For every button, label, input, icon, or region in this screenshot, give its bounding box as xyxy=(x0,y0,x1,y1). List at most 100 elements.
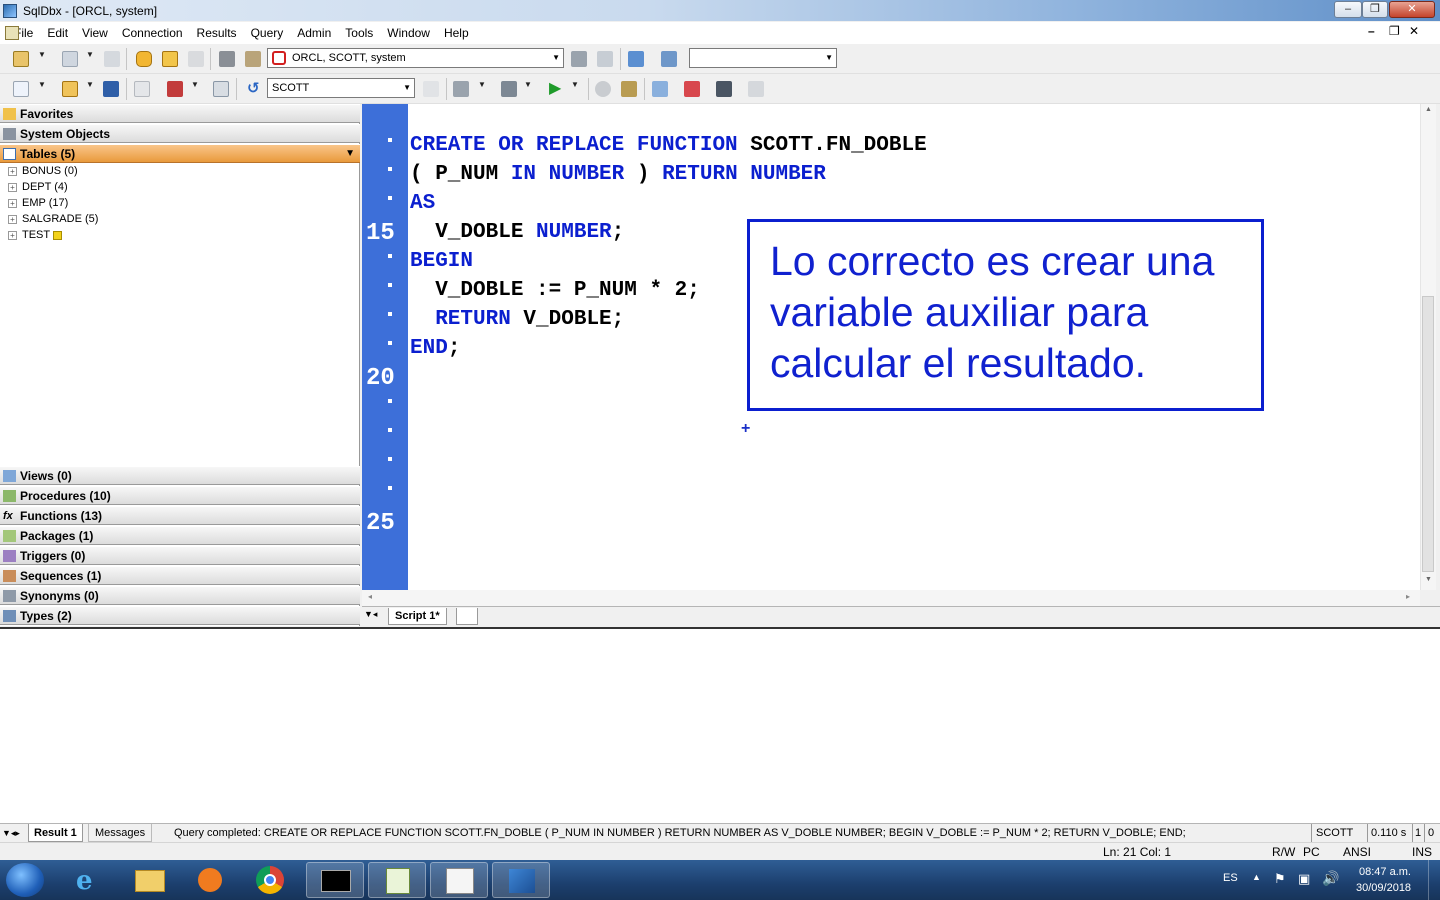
format-icon[interactable] xyxy=(453,81,469,97)
tree-item-salgrade[interactable]: + SALGRADE (5) xyxy=(8,211,98,227)
code-line[interactable]: END; xyxy=(410,336,460,364)
category-packages[interactable]: Packages (1) xyxy=(0,526,360,545)
tab-messages[interactable]: Messages xyxy=(88,824,153,842)
code-line[interactable]: CREATE OR REPLACE FUNCTION SCOTT.FN_DOBL… xyxy=(410,133,927,161)
scroll-down-icon[interactable]: ▼ xyxy=(1425,576,1432,583)
rollback-icon[interactable] xyxy=(188,51,204,67)
category-functions[interactable]: fx Functions (13) xyxy=(0,506,360,525)
tree-item-dept[interactable]: + DEPT (4) xyxy=(8,179,68,195)
media-player-icon[interactable] xyxy=(182,862,240,898)
gear-icon[interactable] xyxy=(423,81,439,97)
binoculars-icon[interactable] xyxy=(716,81,732,97)
menu-window[interactable]: Window xyxy=(387,26,430,40)
menu-query[interactable]: Query xyxy=(251,26,284,40)
expand-icon[interactable]: + xyxy=(8,230,17,240)
scroll-thumb[interactable] xyxy=(1422,296,1434,572)
settings-icon[interactable] xyxy=(597,51,613,67)
chevron-down-icon[interactable]: ▼ xyxy=(86,80,94,89)
editor-app-icon[interactable] xyxy=(430,862,488,898)
code-line[interactable]: ( P_NUM IN NUMBER ) RETURN NUMBER xyxy=(410,162,826,190)
editor-horizontal-scrollbar[interactable]: ◂ ▸ xyxy=(362,590,1420,606)
menu-connection[interactable]: Connection xyxy=(122,26,183,40)
refresh-icon[interactable] xyxy=(628,51,644,67)
database-icon[interactable] xyxy=(136,51,152,67)
new-connection-icon[interactable] xyxy=(13,51,29,67)
list-icon[interactable] xyxy=(501,81,517,97)
network-icon[interactable]: ▣ xyxy=(1298,871,1310,887)
expand-icon[interactable]: + xyxy=(8,182,17,192)
clock-date[interactable]: 30/09/2018 xyxy=(1356,882,1411,894)
code-line[interactable]: V_DOBLE NUMBER; xyxy=(410,220,624,248)
code-line[interactable]: RETURN V_DOBLE; xyxy=(410,307,624,335)
schema-select[interactable]: SCOTT ▼ xyxy=(267,78,415,98)
tab-result-1[interactable]: Result 1 xyxy=(28,824,83,842)
close-script-icon[interactable] xyxy=(134,81,150,97)
code-line[interactable]: BEGIN xyxy=(410,249,473,277)
chevron-down-icon[interactable]: ▼ xyxy=(38,50,46,59)
action-center-icon[interactable]: ⚑ xyxy=(1274,871,1286,887)
category-triggers[interactable]: Triggers (0) xyxy=(0,546,360,565)
sqldbx-taskbar-icon[interactable] xyxy=(492,862,550,898)
scroll-right-icon[interactable]: ▸ xyxy=(1406,592,1410,601)
menu-admin[interactable]: Admin xyxy=(297,26,331,40)
transaction-icon[interactable] xyxy=(621,81,637,97)
editor-vertical-scrollbar[interactable]: ▲ ▼ xyxy=(1420,104,1436,590)
print-icon[interactable] xyxy=(219,51,235,67)
open-folder-icon[interactable] xyxy=(62,81,78,97)
show-hidden-icons[interactable]: ▲ xyxy=(1252,872,1261,882)
category-views[interactable]: Views (0) xyxy=(0,466,360,485)
menu-edit[interactable]: Edit xyxy=(47,26,68,40)
command-prompt-icon[interactable] xyxy=(306,862,364,898)
new-script-icon[interactable] xyxy=(13,81,29,97)
new-tab-icon[interactable] xyxy=(456,608,478,625)
expand-icon[interactable]: + xyxy=(8,198,17,208)
notepad-icon[interactable] xyxy=(368,862,426,898)
export-icon[interactable] xyxy=(652,81,668,97)
menu-help[interactable]: Help xyxy=(444,26,469,40)
save-icon[interactable] xyxy=(103,81,119,97)
tree-item-emp[interactable]: + EMP (17) xyxy=(8,195,68,211)
tree-item-test[interactable]: + TEST xyxy=(8,227,63,243)
maximize-button[interactable]: ❐ xyxy=(1362,1,1388,18)
code-line[interactable]: V_DOBLE := P_NUM * 2; xyxy=(410,278,700,306)
clear-icon[interactable] xyxy=(684,81,700,97)
tab-list-icon[interactable]: ▼◂ xyxy=(364,609,377,620)
tab-script-1[interactable]: Script 1* xyxy=(388,608,447,625)
expand-icon[interactable]: + xyxy=(8,166,17,176)
chevron-down-icon[interactable]: ▼ xyxy=(86,50,94,59)
mdi-close-button[interactable]: ✕ xyxy=(1409,24,1419,38)
clock-time[interactable]: 08:47 a.m. xyxy=(1359,866,1411,878)
chrome-icon[interactable] xyxy=(242,862,300,898)
mdi-minimize-button[interactable]: – xyxy=(1368,24,1375,38)
mdi-restore-button[interactable]: ❐ xyxy=(1389,24,1400,38)
category-favorites[interactable]: Favorites xyxy=(0,104,360,123)
find-icon[interactable] xyxy=(213,81,229,97)
chevron-down-icon[interactable]: ▼ xyxy=(571,80,579,89)
disconnect-icon[interactable] xyxy=(104,51,120,67)
code-line[interactable]: AS xyxy=(410,191,435,219)
compare-icon[interactable] xyxy=(748,81,764,97)
tools-icon[interactable] xyxy=(571,51,587,67)
volume-icon[interactable]: 🔊 xyxy=(1322,870,1339,887)
category-tables[interactable]: Tables (5) ▼ xyxy=(0,144,360,163)
chevron-down-icon[interactable]: ▼ xyxy=(524,80,532,89)
minimize-button[interactable]: – xyxy=(1334,1,1362,18)
chevron-down-icon[interactable]: ▼ xyxy=(38,80,46,89)
expand-icon[interactable]: + xyxy=(8,214,17,224)
print-preview-icon[interactable] xyxy=(245,51,261,67)
extra-select[interactable]: ▼ xyxy=(689,48,837,68)
file-explorer-icon[interactable] xyxy=(122,862,180,898)
execute-plan-icon[interactable] xyxy=(167,81,183,97)
category-sequences[interactable]: Sequences (1) xyxy=(0,566,360,585)
run-icon[interactable]: ▶ xyxy=(549,78,561,98)
close-button[interactable]: ✕ xyxy=(1389,1,1435,18)
stop-icon[interactable] xyxy=(595,81,611,97)
chevron-down-icon[interactable]: ▼ xyxy=(478,80,486,89)
show-desktop-button[interactable] xyxy=(1428,860,1440,900)
scroll-left-icon[interactable]: ◂ xyxy=(368,592,372,601)
tree-item-bonus[interactable]: + BONUS (0) xyxy=(8,163,78,179)
menu-results[interactable]: Results xyxy=(197,26,237,40)
chevron-down-icon[interactable]: ▼ xyxy=(191,80,199,89)
reload-icon[interactable]: ↺ xyxy=(247,79,260,97)
internet-explorer-icon[interactable]: e xyxy=(62,862,120,898)
